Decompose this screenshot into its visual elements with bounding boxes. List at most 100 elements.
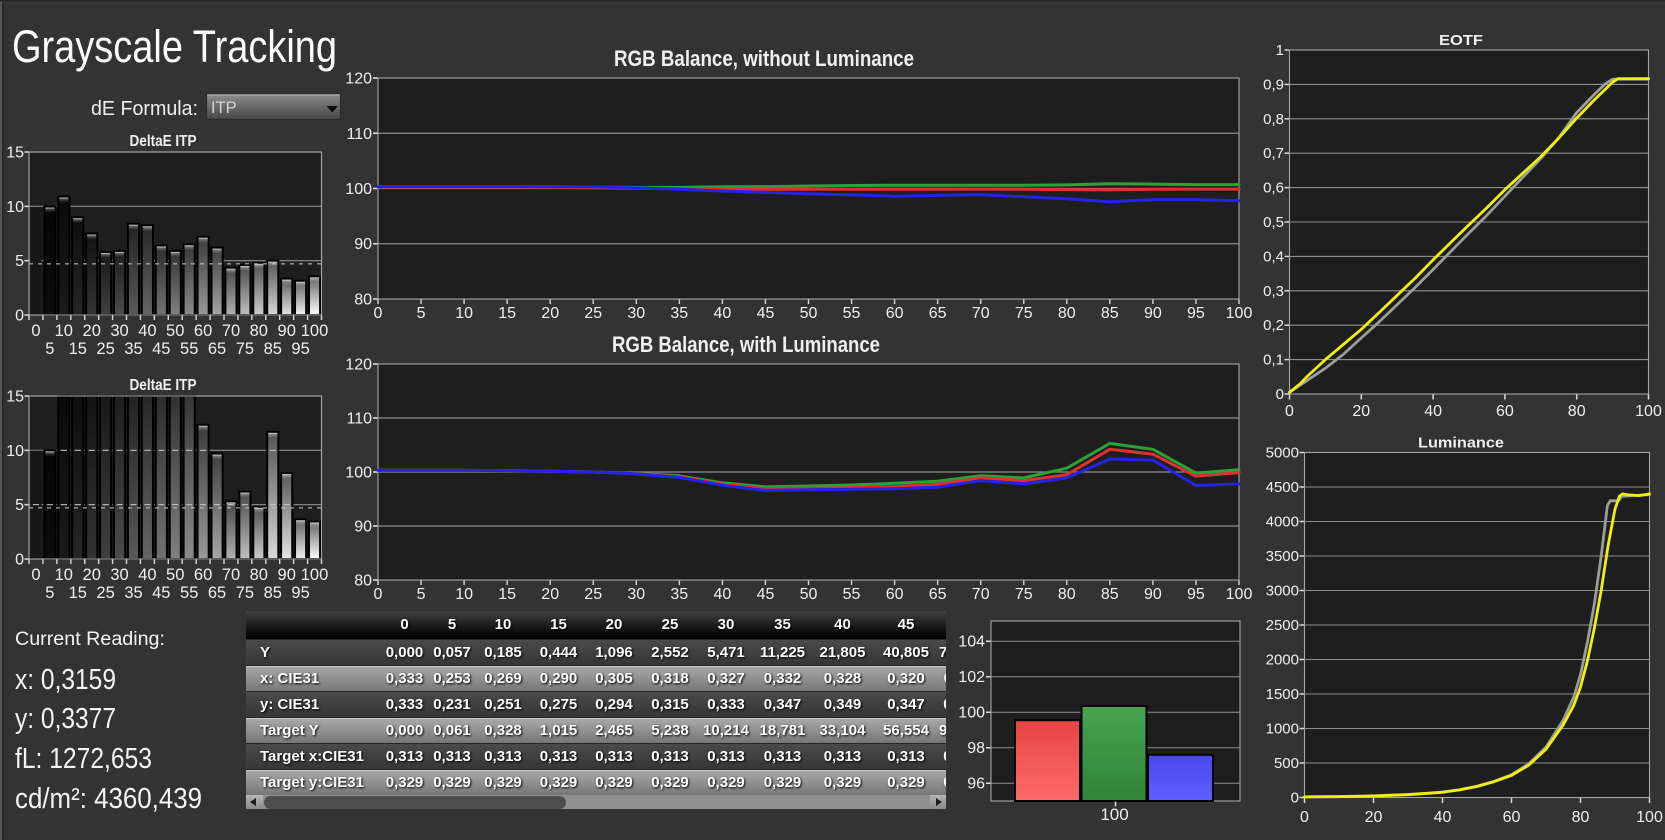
svg-text:40: 40 <box>714 305 732 322</box>
svg-text:40: 40 <box>714 586 732 603</box>
svg-text:100: 100 <box>1635 403 1662 420</box>
svg-text:95: 95 <box>291 340 309 358</box>
svg-text:15: 15 <box>6 145 24 162</box>
svg-text:0: 0 <box>1300 809 1309 826</box>
svg-text:55: 55 <box>180 340 198 358</box>
svg-text:EOTF: EOTF <box>1439 32 1483 49</box>
svg-text:100: 100 <box>301 566 329 584</box>
svg-text:90: 90 <box>1144 586 1162 603</box>
svg-text:3000: 3000 <box>1266 583 1299 600</box>
svg-text:55: 55 <box>843 586 861 603</box>
svg-text:5000: 5000 <box>1266 445 1299 462</box>
svg-text:85: 85 <box>264 340 282 358</box>
svg-text:95: 95 <box>1187 586 1205 603</box>
svg-text:75: 75 <box>1015 586 1033 603</box>
svg-text:110: 110 <box>346 411 372 428</box>
svg-text:30: 30 <box>627 305 645 322</box>
svg-text:25: 25 <box>96 584 114 602</box>
svg-text:3500: 3500 <box>1266 548 1299 565</box>
svg-text:0,5: 0,5 <box>1263 214 1284 231</box>
svg-text:10: 10 <box>6 443 24 460</box>
svg-text:5: 5 <box>45 584 54 602</box>
svg-text:DeltaE ITP: DeltaE ITP <box>130 133 197 150</box>
svg-text:96: 96 <box>967 776 985 793</box>
svg-text:15: 15 <box>69 340 87 358</box>
svg-text:x: 0,3159: x: 0,3159 <box>15 664 116 696</box>
svg-text:80: 80 <box>1568 403 1586 420</box>
svg-text:102: 102 <box>958 669 985 686</box>
svg-text:5: 5 <box>15 497 24 514</box>
svg-text:60: 60 <box>886 305 904 322</box>
svg-text:75: 75 <box>1015 305 1033 322</box>
svg-text:95: 95 <box>291 584 309 602</box>
svg-text:0: 0 <box>1285 403 1294 420</box>
svg-text:30: 30 <box>110 322 128 340</box>
svg-text:Grayscale Tracking: Grayscale Tracking <box>12 21 337 72</box>
svg-text:0,2: 0,2 <box>1263 317 1284 334</box>
svg-text:15: 15 <box>498 586 516 603</box>
svg-text:15: 15 <box>6 389 24 406</box>
svg-text:80: 80 <box>250 322 268 340</box>
svg-text:45: 45 <box>152 584 170 602</box>
svg-text:1500: 1500 <box>1266 686 1299 703</box>
svg-text:500: 500 <box>1274 755 1299 772</box>
svg-text:0,4: 0,4 <box>1263 248 1284 265</box>
svg-text:2500: 2500 <box>1266 617 1299 634</box>
svg-text:40: 40 <box>138 322 156 340</box>
svg-text:0: 0 <box>1291 790 1299 807</box>
svg-text:65: 65 <box>929 586 947 603</box>
svg-text:65: 65 <box>929 305 947 322</box>
svg-text:80: 80 <box>1058 586 1076 603</box>
svg-text:y: 0,3377: y: 0,3377 <box>15 703 116 735</box>
svg-text:120: 120 <box>345 357 372 374</box>
svg-text:0: 0 <box>31 322 40 340</box>
svg-text:75: 75 <box>236 340 254 358</box>
svg-text:0,1: 0,1 <box>1263 352 1284 369</box>
svg-text:0,9: 0,9 <box>1263 76 1284 93</box>
svg-text:35: 35 <box>670 305 688 322</box>
svg-text:50: 50 <box>800 305 818 322</box>
svg-text:45: 45 <box>757 586 775 603</box>
svg-text:65: 65 <box>208 340 226 358</box>
svg-text:40: 40 <box>1424 403 1442 420</box>
svg-text:100: 100 <box>958 705 985 722</box>
svg-text:1000: 1000 <box>1266 721 1299 738</box>
svg-text:80: 80 <box>1058 305 1076 322</box>
svg-text:60: 60 <box>194 322 212 340</box>
svg-text:70: 70 <box>972 305 990 322</box>
svg-text:80: 80 <box>250 566 268 584</box>
svg-text:Current Reading:: Current Reading: <box>15 629 165 650</box>
svg-text:85: 85 <box>1101 586 1119 603</box>
svg-text:0: 0 <box>374 586 383 603</box>
svg-text:5: 5 <box>45 340 54 358</box>
svg-text:0: 0 <box>15 308 24 325</box>
svg-text:dE Formula:: dE Formula: <box>91 98 198 120</box>
svg-text:RGB Balance, with Luminance: RGB Balance, with Luminance <box>612 332 880 357</box>
svg-text:104: 104 <box>958 634 985 651</box>
svg-text:0: 0 <box>31 566 40 584</box>
svg-text:50: 50 <box>800 586 818 603</box>
svg-text:20: 20 <box>1365 809 1383 826</box>
svg-text:55: 55 <box>843 305 861 322</box>
svg-text:10: 10 <box>55 566 73 584</box>
svg-text:30: 30 <box>110 566 128 584</box>
svg-text:100: 100 <box>345 181 372 198</box>
svg-text:110: 110 <box>346 126 372 143</box>
svg-text:60: 60 <box>1503 809 1521 826</box>
svg-text:2000: 2000 <box>1266 652 1299 669</box>
svg-text:100: 100 <box>345 465 372 482</box>
svg-text:100: 100 <box>1226 586 1253 603</box>
svg-text:fL: 1272,653: fL: 1272,653 <box>15 743 152 775</box>
svg-text:20: 20 <box>541 586 559 603</box>
svg-text:0,7: 0,7 <box>1263 145 1284 162</box>
svg-text:55: 55 <box>180 584 198 602</box>
svg-text:100: 100 <box>301 322 329 340</box>
svg-text:RGB Balance, without Luminance: RGB Balance, without Luminance <box>614 46 914 71</box>
svg-text:70: 70 <box>222 322 240 340</box>
svg-text:20: 20 <box>83 322 101 340</box>
svg-text:100: 100 <box>1100 805 1128 824</box>
svg-text:0,8: 0,8 <box>1263 111 1284 128</box>
svg-text:20: 20 <box>83 566 101 584</box>
svg-text:15: 15 <box>498 305 516 322</box>
svg-text:10: 10 <box>455 586 473 603</box>
